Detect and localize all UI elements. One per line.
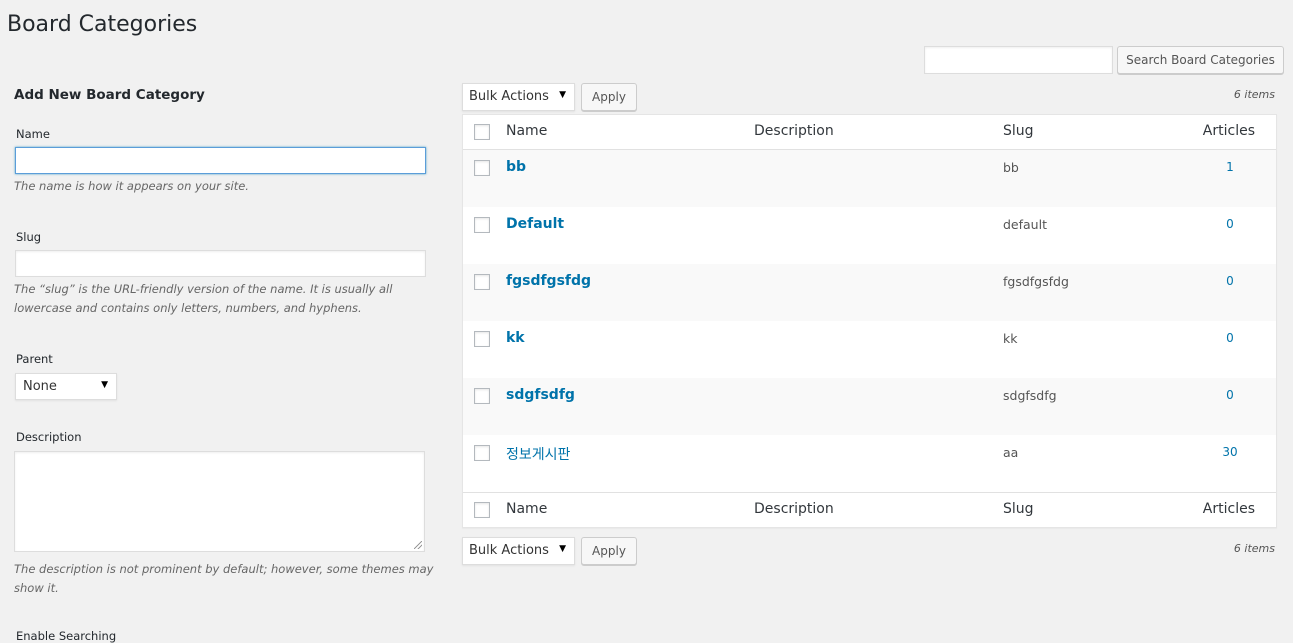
category-name-link[interactable]: Default: [506, 216, 564, 232]
tablenav-top: Bulk Actions ▼ Apply 6 items: [462, 83, 1277, 113]
tablenav-bottom: Bulk Actions ▼ Apply 6 items: [462, 537, 1277, 567]
table-footer: Name Description Slug Articles: [463, 492, 1276, 527]
categories-table: Name Description Slug Articles bb bb 1 D…: [462, 114, 1277, 528]
resize-grip-icon[interactable]: [414, 541, 422, 549]
column-description[interactable]: Description: [754, 123, 834, 139]
column-name[interactable]: Name: [506, 123, 547, 139]
category-name-link[interactable]: fgsdfgsfdg: [506, 273, 591, 289]
category-articles-link[interactable]: 30: [1220, 445, 1240, 459]
table-row: Default default 0: [463, 207, 1276, 264]
column-articles[interactable]: Articles: [1203, 123, 1255, 139]
table-header: Name Description Slug Articles: [463, 115, 1276, 150]
table-row: bb bb 1: [463, 150, 1276, 207]
category-slug: aa: [1003, 445, 1019, 460]
chevron-down-icon: ▼: [559, 90, 566, 100]
slug-label: Slug: [16, 230, 42, 244]
category-name-link[interactable]: bb: [506, 159, 526, 175]
table-row: 정보게시판 aa 30: [463, 435, 1276, 492]
row-checkbox[interactable]: [474, 160, 490, 176]
category-name-link[interactable]: 정보게시판: [506, 444, 570, 464]
category-name-link[interactable]: kk: [506, 330, 525, 346]
category-slug: default: [1003, 217, 1047, 232]
parent-select[interactable]: None ▼: [15, 373, 117, 400]
name-hint: The name is how it appears on your site.: [14, 179, 249, 193]
category-articles-link[interactable]: 0: [1220, 217, 1240, 231]
slug-input[interactable]: [15, 250, 426, 277]
page-title: Board Categories: [7, 12, 198, 37]
chevron-down-icon: ▼: [101, 380, 108, 390]
bulk-actions-select[interactable]: Bulk Actions ▼: [462, 537, 575, 565]
slug-hint: The “slug” is the URL-friendly version o…: [14, 282, 393, 315]
category-articles-link[interactable]: 0: [1220, 274, 1240, 288]
search-input[interactable]: [924, 46, 1113, 74]
parent-selected-value: None: [23, 379, 57, 394]
column-slug[interactable]: Slug: [1003, 501, 1034, 517]
column-description[interactable]: Description: [754, 501, 834, 517]
bulk-actions-value: Bulk Actions: [469, 543, 549, 558]
category-name-link[interactable]: sdgfsdfg: [506, 387, 575, 403]
parent-label: Parent: [16, 352, 53, 366]
items-count: 6 items: [1233, 88, 1275, 101]
category-articles-link[interactable]: 1: [1220, 160, 1240, 174]
description-hint: The description is not prominent by defa…: [14, 562, 434, 595]
column-name[interactable]: Name: [506, 501, 547, 517]
items-count: 6 items: [1233, 542, 1275, 555]
bulk-actions-select[interactable]: Bulk Actions ▼: [462, 83, 575, 111]
search-button[interactable]: Search Board Categories: [1117, 46, 1284, 74]
table-row: sdgfsdfg sdgfsdfg 0: [463, 378, 1276, 435]
category-articles-link[interactable]: 0: [1220, 388, 1240, 402]
table-row: kk kk 0: [463, 321, 1276, 378]
category-slug: kk: [1003, 331, 1018, 346]
row-checkbox[interactable]: [474, 274, 490, 290]
table-row: fgsdfgsfdg fgsdfgsfdg 0: [463, 264, 1276, 321]
name-input[interactable]: [15, 147, 426, 174]
description-textarea[interactable]: [14, 451, 425, 552]
category-articles-link[interactable]: 0: [1220, 331, 1240, 345]
row-checkbox[interactable]: [474, 331, 490, 347]
name-label: Name: [16, 127, 50, 141]
category-slug: fgsdfgsfdg: [1003, 274, 1069, 289]
column-slug[interactable]: Slug: [1003, 123, 1034, 139]
chevron-down-icon: ▼: [559, 544, 566, 554]
row-checkbox[interactable]: [474, 388, 490, 404]
bulk-actions-value: Bulk Actions: [469, 89, 549, 104]
apply-button[interactable]: Apply: [581, 537, 637, 565]
form-heading: Add New Board Category: [14, 87, 205, 103]
column-articles[interactable]: Articles: [1203, 501, 1255, 517]
select-all-checkbox[interactable]: [474, 502, 490, 518]
select-all-checkbox[interactable]: [474, 124, 490, 140]
apply-button[interactable]: Apply: [581, 83, 637, 111]
row-checkbox[interactable]: [474, 217, 490, 233]
enable-searching-label: Enable Searching: [16, 629, 117, 643]
category-slug: sdgfsdfg: [1003, 388, 1057, 403]
row-checkbox[interactable]: [474, 445, 490, 461]
category-slug: bb: [1003, 160, 1019, 175]
description-label: Description: [16, 430, 82, 444]
